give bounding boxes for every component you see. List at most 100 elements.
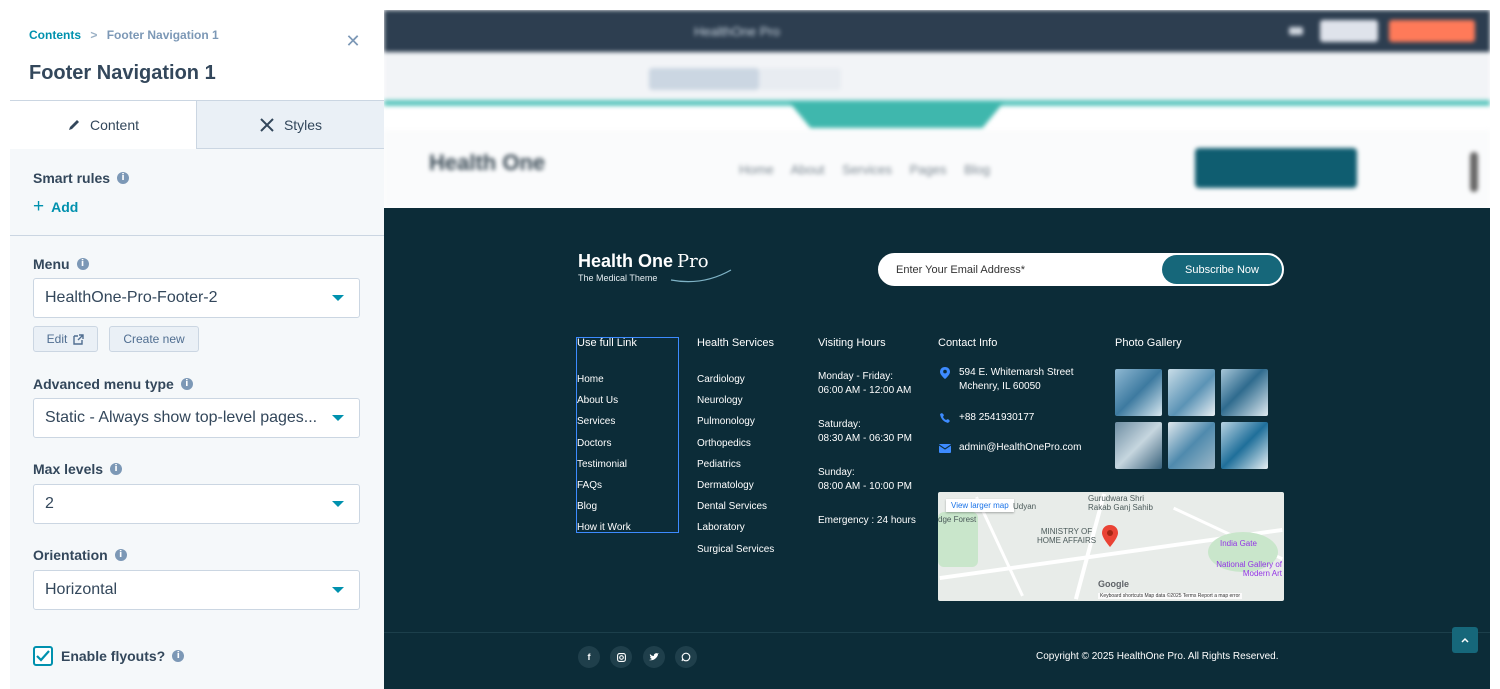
footer-link[interactable]: Blog (577, 500, 631, 521)
useful-links-title: Use full Link (577, 337, 637, 349)
advanced-menu-type-select[interactable]: Static - Always show top-level pages... (33, 398, 360, 438)
subscribe-button[interactable]: Subscribe Now (1162, 255, 1282, 284)
tab-content[interactable]: Content (10, 100, 197, 149)
preview-button[interactable] (1320, 20, 1378, 42)
orientation-select[interactable]: Horizontal (33, 570, 360, 610)
scrollbar[interactable] (1470, 152, 1478, 192)
pencil-icon (68, 120, 79, 130)
health-services-list: Cardiology Neurology Pulmonology Orthope… (697, 373, 774, 564)
gallery-photo[interactable] (1221, 422, 1268, 469)
contact-info-title: Contact Info (938, 337, 998, 349)
info-icon[interactable]: i (76, 258, 89, 270)
footer-link[interactable]: Services (577, 415, 631, 436)
google-map-embed[interactable]: View larger map Udyan Gurudwara Shri Rak… (938, 492, 1284, 601)
info-icon[interactable]: i (110, 463, 123, 475)
info-icon[interactable]: i (114, 549, 127, 561)
useful-links-list: Home About Us Services Doctors Testimoni… (577, 373, 631, 543)
tab-content-label: Content (89, 117, 140, 133)
weekday-time: 06:00 AM - 12:00 AM (818, 385, 912, 396)
footer-link[interactable]: Dermatology (697, 479, 774, 500)
gallery-photo[interactable] (1115, 369, 1162, 416)
max-levels-label-text: Max levels (33, 461, 104, 477)
email-input[interactable] (896, 261, 1156, 279)
map-attribution[interactable]: Keyboard shortcuts Map data ©2025 Terms … (1098, 593, 1243, 599)
footer-link[interactable]: Doctors (577, 437, 631, 458)
gallery-photo[interactable] (1115, 422, 1162, 469)
caret-down-icon (332, 501, 344, 507)
plus-icon: + (33, 196, 45, 217)
footer-link[interactable]: About Us (577, 394, 631, 415)
footer-link[interactable]: FAQs (577, 479, 631, 500)
topbar-item (1289, 27, 1303, 35)
sunday-label: Sunday: (818, 467, 855, 478)
footer-link[interactable]: How it Work (577, 521, 631, 542)
contact-address: 594 E. Whitemarsh Street Mchenry, IL 600… (938, 366, 1074, 394)
panel-header: Contents > Footer Navigation 1 Footer Na… (10, 10, 384, 100)
add-smart-rule-button[interactable]: + Add (33, 196, 78, 218)
max-levels-select[interactable]: 2 (33, 484, 360, 524)
address-line-2: Mchenry, IL 60050 (959, 381, 1041, 392)
menu-select[interactable]: HealthOne-Pro-Footer-2 (33, 278, 360, 318)
facebook-icon[interactable]: f (578, 646, 600, 668)
panel-tabs: Content Styles (10, 100, 384, 149)
page-preview: HealthOne Pro Health One Home About Serv… (384, 10, 1490, 689)
sunday-time: 08:00 AM - 10:00 PM (818, 481, 912, 492)
phone-icon (938, 411, 952, 425)
info-icon[interactable]: i (172, 650, 185, 662)
instagram-icon[interactable] (610, 646, 632, 668)
device-toggle-group[interactable] (649, 68, 759, 90)
site-nav-blurred: Home About Services Pages Blog (739, 162, 991, 177)
editor-topbar: HealthOne Pro (384, 10, 1490, 52)
address-line-1: 594 E. Whitemarsh Street (959, 367, 1074, 378)
advanced-menu-type-value: Static - Always show top-level pages... (45, 409, 318, 426)
footer-link[interactable]: Cardiology (697, 373, 774, 394)
footer-link[interactable]: Orthopedics (697, 437, 774, 458)
footer-link[interactable]: Home (577, 373, 631, 394)
gallery-photo[interactable] (1168, 422, 1215, 469)
emergency-call-button-blurred (1195, 148, 1357, 188)
footer-link[interactable]: Testimonial (577, 458, 631, 479)
footer-link[interactable]: Dental Services (697, 500, 774, 521)
gallery-photo[interactable] (1221, 369, 1268, 416)
photo-gallery-grid (1115, 369, 1275, 469)
whatsapp-icon[interactable] (675, 646, 697, 668)
enable-flyouts-label: Enable flyouts? (61, 648, 166, 664)
map-label-forest: dge Forest (938, 515, 977, 524)
max-levels-value: 2 (45, 495, 54, 512)
create-new-menu-button[interactable]: Create new (109, 326, 199, 352)
gallery-photo[interactable] (1168, 369, 1215, 416)
phone-number[interactable]: +88 2541930177 (959, 411, 1034, 425)
contact-email: admin@HealthOnePro.com (938, 441, 1081, 455)
orientation-label-text: Orientation (33, 547, 108, 563)
view-larger-map-link[interactable]: View larger map (946, 499, 1014, 512)
info-icon[interactable]: i (117, 172, 130, 184)
add-label: Add (51, 199, 79, 215)
footer-link[interactable]: Pulmonology (697, 415, 774, 436)
enable-flyouts-row: Enable flyouts? i (33, 646, 185, 666)
publish-button[interactable] (1389, 20, 1475, 42)
footer-link[interactable]: Surgical Services (697, 543, 774, 564)
breadcrumb-contents-link[interactable]: Contents (29, 28, 81, 42)
scroll-to-top-button[interactable] (1452, 627, 1478, 653)
edit-menu-button[interactable]: Edit (33, 326, 98, 352)
enable-flyouts-checkbox[interactable] (33, 646, 53, 666)
toolbar-group[interactable] (759, 68, 841, 90)
footer-link[interactable]: Pediatrics (697, 458, 774, 479)
section-divider (10, 235, 384, 236)
map-pin-icon (1102, 525, 1118, 547)
panel-title: Footer Navigation 1 (29, 62, 216, 84)
styles-icon (260, 117, 274, 132)
info-icon[interactable]: i (180, 378, 193, 390)
breadcrumb-separator: > (90, 28, 98, 42)
close-icon[interactable]: ✕ (344, 32, 362, 50)
footer-link[interactable]: Neurology (697, 394, 774, 415)
logo-name: Health One (578, 251, 674, 271)
email-address[interactable]: admin@HealthOnePro.com (959, 441, 1081, 455)
twitter-icon[interactable] (643, 646, 665, 668)
footer-link[interactable]: Laboratory (697, 521, 774, 542)
menu-label-text: Menu (33, 256, 70, 272)
emergency-hours: Emergency : 24 hours (818, 515, 916, 526)
advanced-menu-type-label: Advanced menu type i (33, 376, 193, 392)
tab-styles[interactable]: Styles (197, 100, 384, 149)
tab-styles-label: Styles (283, 116, 323, 133)
